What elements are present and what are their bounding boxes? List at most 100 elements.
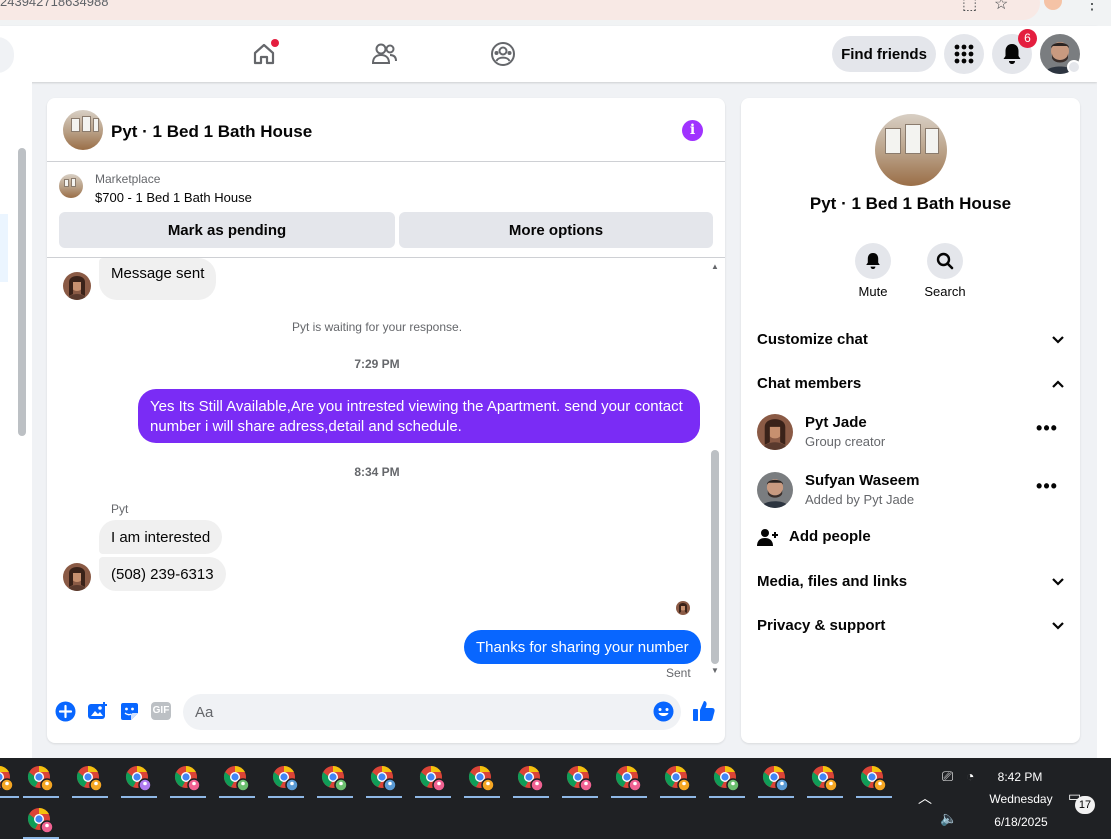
home-icon[interactable]: [248, 38, 280, 70]
photo-icon[interactable]: [86, 700, 108, 722]
taskbar-chrome-icon[interactable]: [26, 764, 56, 794]
listing-title[interactable]: $700 - 1 Bed 1 Bath House: [95, 190, 252, 205]
chat-info-panel: Pyt · 1 Bed 1 Bath House Mute Search Cus…: [741, 98, 1080, 743]
message-bubble-sent[interactable]: Thanks for sharing your number: [464, 630, 701, 664]
taskbar-running-indicator: [170, 796, 206, 798]
taskbar-chrome-icon[interactable]: [810, 764, 840, 794]
taskbar-chrome-icon[interactable]: [418, 764, 448, 794]
chat-scrollbar-thumb[interactable]: [711, 450, 719, 664]
menu-grid-icon[interactable]: [944, 34, 984, 74]
gif-icon[interactable]: GIF: [149, 700, 173, 722]
media-files-section[interactable]: Media, files and links: [757, 567, 1067, 597]
chat-title[interactable]: Pyt · 1 Bed 1 Bath House: [111, 122, 312, 142]
chevron-up-icon: [1052, 380, 1064, 388]
sent-status: Sent: [666, 666, 691, 680]
groups-icon[interactable]: [487, 38, 519, 70]
address-bar-url: 243942718634988: [0, 0, 109, 9]
info-avatar[interactable]: [875, 114, 947, 186]
taskbar-chrome-icon[interactable]: [565, 764, 595, 794]
bookmark-star-icon[interactable]: ☆: [994, 0, 1008, 14]
message-bubble-received[interactable]: (508) 239-6313: [99, 557, 226, 591]
taskbar-chrome-icon[interactable]: [0, 764, 16, 794]
browser-profile-icon[interactable]: [1044, 0, 1062, 10]
search-box[interactable]: [0, 37, 14, 73]
taskbar-running-indicator: [415, 796, 451, 798]
mute-bell-icon[interactable]: [855, 243, 891, 279]
mark-as-pending-button[interactable]: Mark as pending: [59, 212, 395, 248]
member-row[interactable]: Pyt Jade Group creator •••: [757, 410, 1067, 454]
section-label: Chat members: [757, 375, 862, 392]
clock-date[interactable]: 6/18/2025: [990, 815, 1052, 829]
left-sidebar: [0, 82, 32, 758]
page-scrollbar[interactable]: [1097, 26, 1111, 758]
member-row[interactable]: Sufyan Waseem Added by Pyt Jade •••: [757, 468, 1067, 512]
message-bubble-received[interactable]: I am interested: [99, 520, 223, 554]
message-input[interactable]: [183, 694, 681, 730]
member-avatar[interactable]: [757, 414, 793, 450]
chevron-down-icon: [1052, 336, 1064, 344]
member-avatar[interactable]: [757, 472, 793, 508]
customize-chat-section[interactable]: Customize chat: [757, 325, 1067, 355]
taskbar-running-indicator: [0, 796, 19, 798]
taskbar-running-indicator: [513, 796, 549, 798]
taskbar-chrome-icon[interactable]: [26, 806, 56, 836]
info-title: Pyt · 1 Bed 1 Bath House: [809, 194, 1012, 213]
taskbar-chrome-icon[interactable]: [516, 764, 546, 794]
contact-avatar[interactable]: [63, 272, 91, 300]
taskbar-chrome-icon[interactable]: [614, 764, 644, 794]
emoji-icon[interactable]: [652, 700, 674, 722]
taskbar-running-indicator: [72, 796, 108, 798]
address-bar[interactable]: [0, 0, 1040, 20]
clock-day[interactable]: Wednesday: [984, 792, 1058, 806]
taskbar-chrome-icon[interactable]: [467, 764, 497, 794]
section-label: Customize chat: [757, 331, 868, 348]
privacy-support-section[interactable]: Privacy & support: [757, 611, 1067, 641]
left-scrollbar-thumb[interactable]: [18, 148, 26, 436]
message-bubble-sent[interactable]: Yes Its Still Available,Are you intreste…: [138, 389, 700, 443]
find-friends-button[interactable]: Find friends: [832, 36, 936, 72]
taskbar-chrome-icon[interactable]: [859, 764, 889, 794]
taskbar-chrome-icon[interactable]: [320, 764, 350, 794]
taskbar-chrome-icon[interactable]: [712, 764, 742, 794]
more-options-button[interactable]: More options: [399, 212, 713, 248]
taskbar-chrome-icon[interactable]: [75, 764, 105, 794]
chat-members-section[interactable]: Chat members: [757, 369, 1067, 399]
message-bubble-received[interactable]: Message sent: [99, 258, 217, 300]
taskbar-running-indicator: [121, 796, 157, 798]
taskbar-chrome-icon[interactable]: [271, 764, 301, 794]
volume-icon[interactable]: 🔈: [940, 810, 957, 827]
sticker-icon[interactable]: [118, 700, 140, 722]
message-list: Message sent Pyt is waiting for your res…: [47, 258, 725, 686]
taskbar-chrome-icon[interactable]: [173, 764, 203, 794]
browser-menu-icon[interactable]: ⋮: [1084, 0, 1100, 14]
install-app-icon[interactable]: ⬚: [962, 0, 977, 14]
device-icon[interactable]: ⎚: [942, 768, 953, 785]
like-thumb-icon[interactable]: [691, 698, 717, 724]
left-selected-item[interactable]: [0, 214, 8, 282]
scroll-up-arrow[interactable]: ▲: [711, 262, 719, 271]
taskbar-chrome-icon[interactable]: [222, 764, 252, 794]
taskbar-running-indicator: [268, 796, 304, 798]
search-icon[interactable]: [927, 243, 963, 279]
taskbar-chrome-icon[interactable]: [663, 764, 693, 794]
add-people-button[interactable]: Add people: [757, 524, 957, 552]
taskbar-chrome-icon[interactable]: [124, 764, 154, 794]
wifi-icon[interactable]: ◔: [966, 768, 974, 784]
scroll-down-arrow[interactable]: ▼: [711, 666, 719, 675]
message-text: Thanks for sharing your number: [476, 639, 689, 656]
info-icon[interactable]: i: [682, 120, 703, 141]
clock-time[interactable]: 8:42 PM: [990, 770, 1050, 784]
contact-avatar[interactable]: [63, 563, 91, 591]
show-hidden-icons-chevron-icon[interactable]: ︿: [918, 788, 932, 808]
friends-icon[interactable]: [368, 38, 400, 70]
more-options-icon[interactable]: •••: [1033, 419, 1061, 444]
message-text: Message sent: [111, 265, 205, 282]
taskbar-running-indicator: [807, 796, 843, 798]
more-options-icon[interactable]: •••: [1033, 477, 1061, 502]
chat-avatar[interactable]: [63, 110, 103, 150]
taskbar-chrome-icon[interactable]: [761, 764, 791, 794]
taskbar-chrome-icon[interactable]: [369, 764, 399, 794]
plus-icon[interactable]: [54, 700, 76, 722]
listing-thumbnail[interactable]: [59, 174, 83, 198]
account-menu-caret[interactable]: [1067, 60, 1081, 74]
